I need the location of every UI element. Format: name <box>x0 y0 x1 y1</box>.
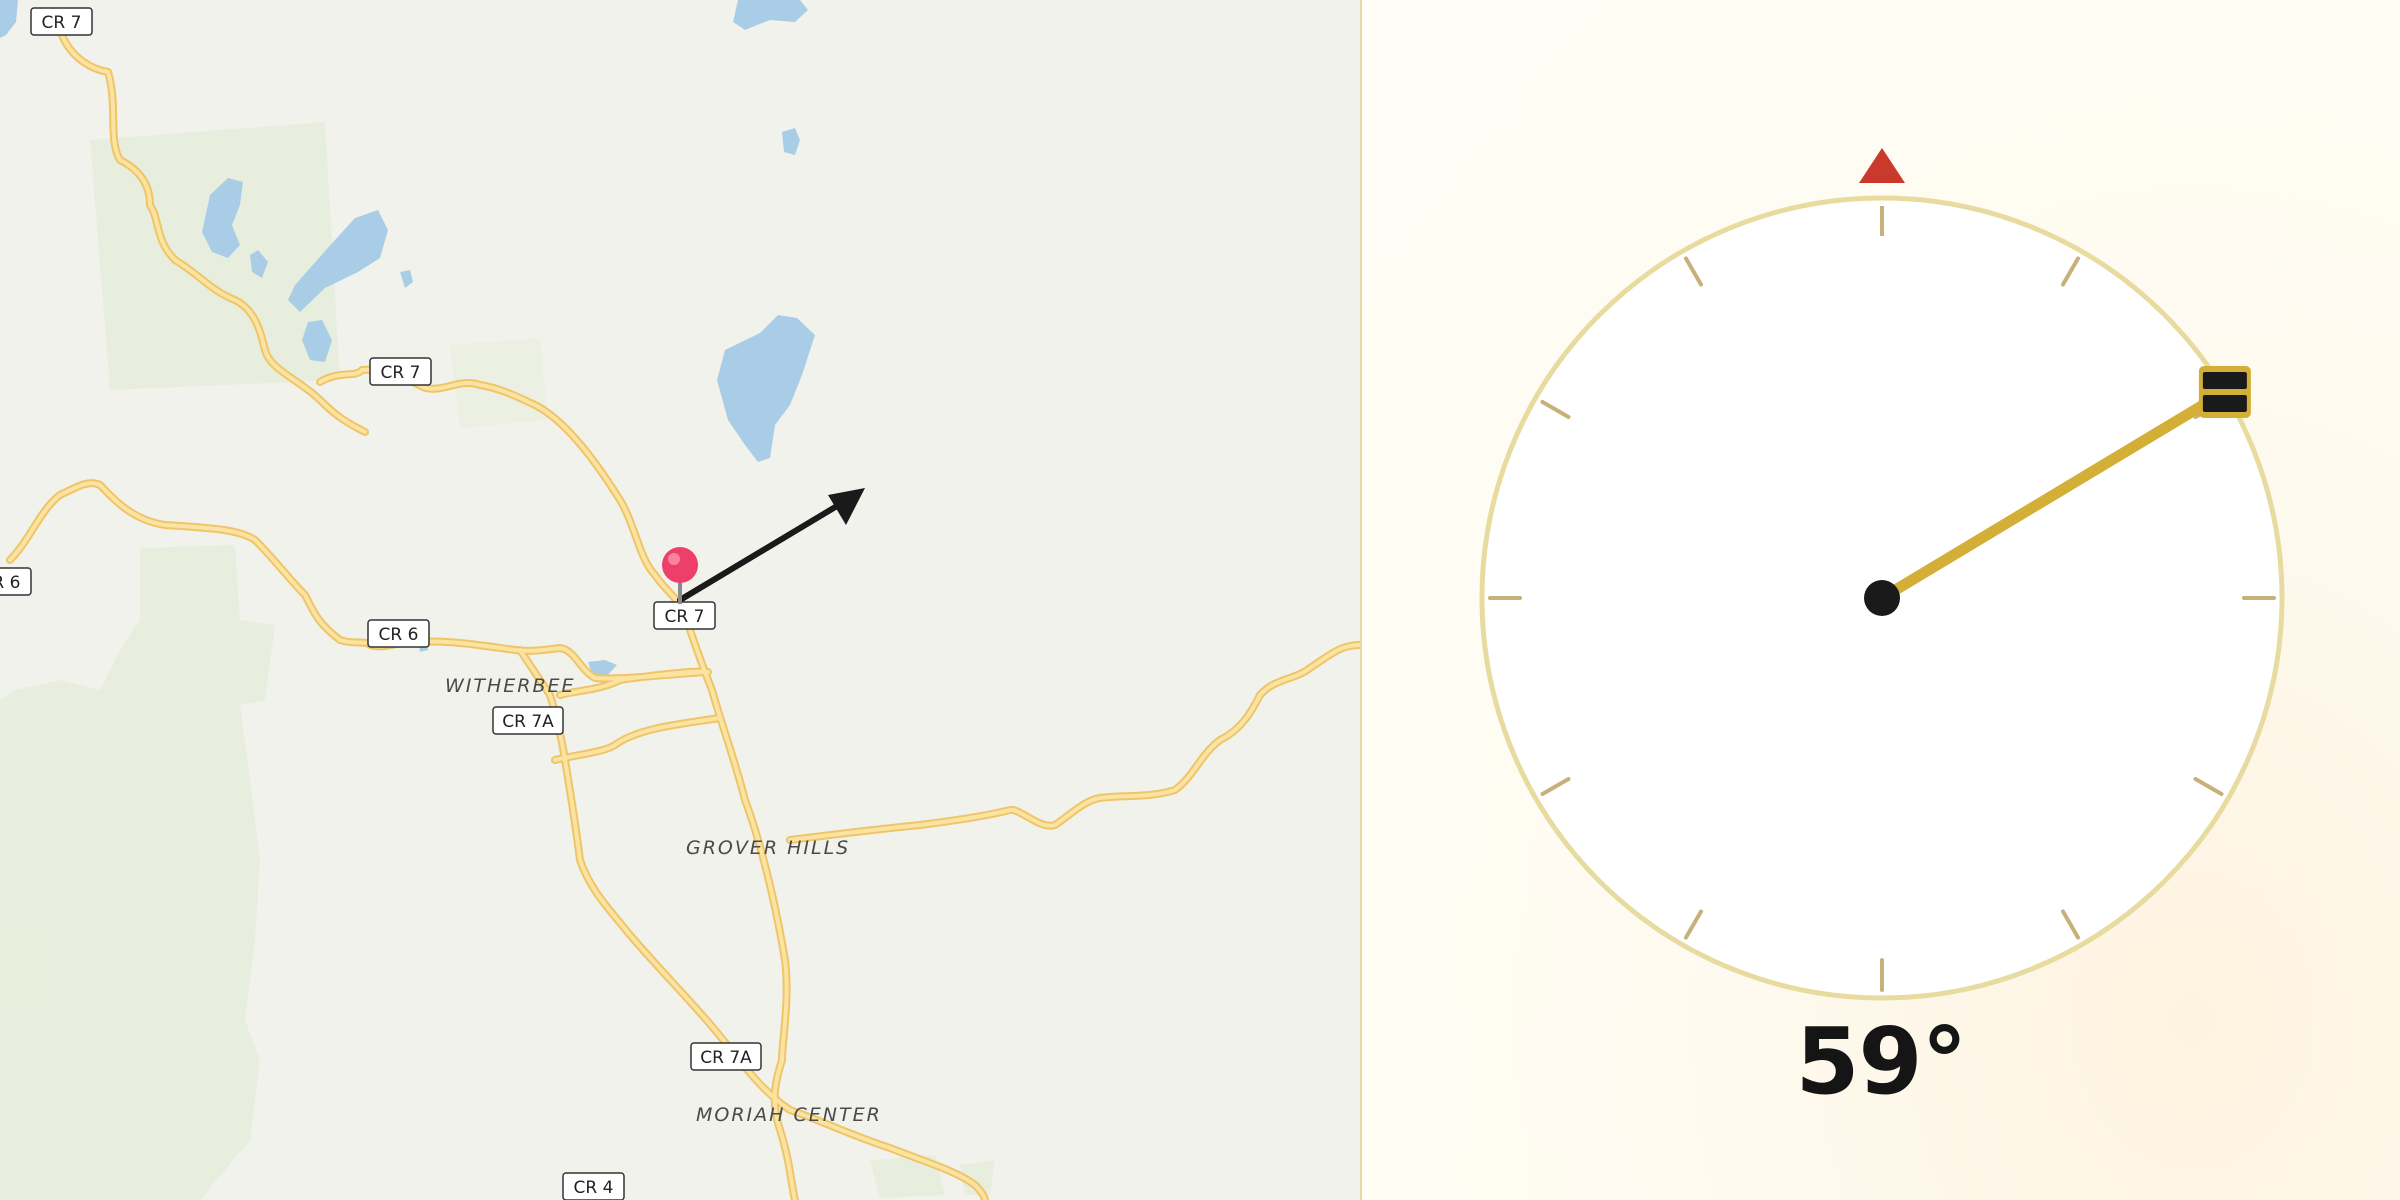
road-label-text: CR 7A <box>502 712 554 732</box>
road-label-cr7a-upper: CR 7A <box>492 706 564 735</box>
compass-center-dot <box>1864 580 1900 616</box>
needle-handle-icon[interactable] <box>2198 365 2251 418</box>
road-label-cr7-top: CR 7 <box>30 7 93 36</box>
road-label-cr7-mid: CR 7 <box>369 357 432 386</box>
place-label-witherbee: WITHERBEE <box>445 675 576 697</box>
place-label-grover-hills: GROVER HILLS <box>686 837 850 859</box>
north-triangle-icon <box>1859 148 1905 183</box>
road-label-cr7a-lower: CR 7A <box>690 1042 762 1071</box>
road-label-text: CR 7 <box>665 607 705 627</box>
road-label-text: CR 7 <box>42 13 82 33</box>
direction-arrow-icon <box>677 488 865 603</box>
road-label-text: CR 7A <box>700 1048 752 1068</box>
bearing-readout: 59° <box>1795 1008 1967 1115</box>
road-label-cr6-left: CR 6 <box>0 567 32 596</box>
road-label-cr6-mid: CR 6 <box>367 619 430 648</box>
road-label-text: CR 6 <box>0 573 20 593</box>
map-view[interactable]: WITHERBEE GROVER HILLS MORIAH CENTER CR … <box>0 0 1360 1200</box>
road-label-text: CR 4 <box>574 1178 614 1198</box>
compass-panel: 59° <box>1362 0 2400 1200</box>
map-canvas[interactable]: WITHERBEE GROVER HILLS MORIAH CENTER CR … <box>0 0 1360 1200</box>
park-areas <box>0 122 995 1200</box>
road-label-cr4: CR 4 <box>562 1172 625 1200</box>
app-root: WITHERBEE GROVER HILLS MORIAH CENTER CR … <box>0 0 2400 1200</box>
road-label-text: CR 7 <box>381 363 421 383</box>
place-label-moriah-center: MORIAH CENTER <box>696 1104 882 1126</box>
road-label-text: CR 6 <box>379 625 419 645</box>
road-label-cr7-pin: CR 7 <box>653 601 716 630</box>
